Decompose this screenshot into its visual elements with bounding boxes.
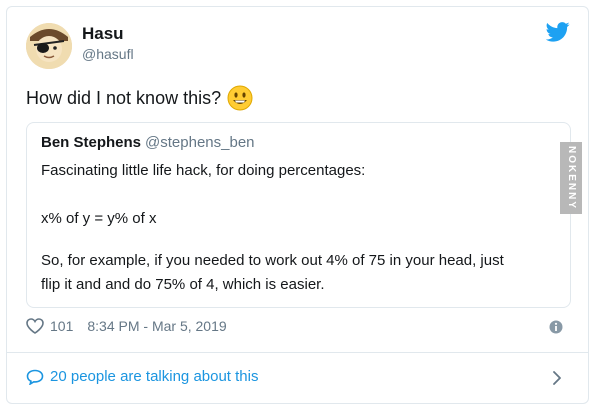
quoted-tweet[interactable]: Ben Stephens @stephens_ben Fascinating li…: [26, 122, 571, 308]
tweet-meta: 101 8:34 PM - Mar 5, 2019: [26, 318, 227, 334]
heart-icon[interactable]: [26, 318, 44, 334]
quoted-text-line: So, for example, if you needed to work o…: [41, 252, 504, 269]
user-handle[interactable]: @hasufl: [82, 46, 134, 62]
quoted-text-line: x% of y = y% of x: [41, 210, 157, 227]
quoted-handle: @stephens_ben: [145, 134, 255, 151]
tweet-text: How did I not know this?: [26, 87, 222, 108]
like-count[interactable]: 101: [50, 318, 73, 334]
quoted-text-line: flip it and and do 75% of 4, which is ea…: [41, 276, 325, 293]
watermark: NOKENNY: [560, 142, 582, 214]
quoted-text-line: Fascinating little life hack, for doing …: [41, 162, 366, 179]
display-name[interactable]: Hasu: [82, 24, 124, 44]
tweet-text-row: How did I not know this?: [26, 85, 253, 111]
quoted-display-name: Ben Stephens: [41, 134, 142, 151]
divider: [6, 352, 589, 353]
quoted-author[interactable]: Ben Stephens @stephens_ben: [41, 134, 255, 151]
conversation-text: 20 people are talking about this: [50, 368, 259, 385]
info-icon[interactable]: [549, 320, 563, 334]
timestamp[interactable]: 8:34 PM - Mar 5, 2019: [87, 318, 226, 334]
conversation-link[interactable]: 20 people are talking about this: [26, 368, 258, 385]
twitter-bird-icon[interactable]: [546, 22, 570, 42]
avatar-image: [26, 23, 72, 69]
grinning-face-emoji-icon: [227, 85, 253, 111]
chevron-right-icon[interactable]: [552, 370, 562, 386]
speech-bubble-icon: [26, 369, 44, 385]
avatar[interactable]: [26, 23, 72, 69]
